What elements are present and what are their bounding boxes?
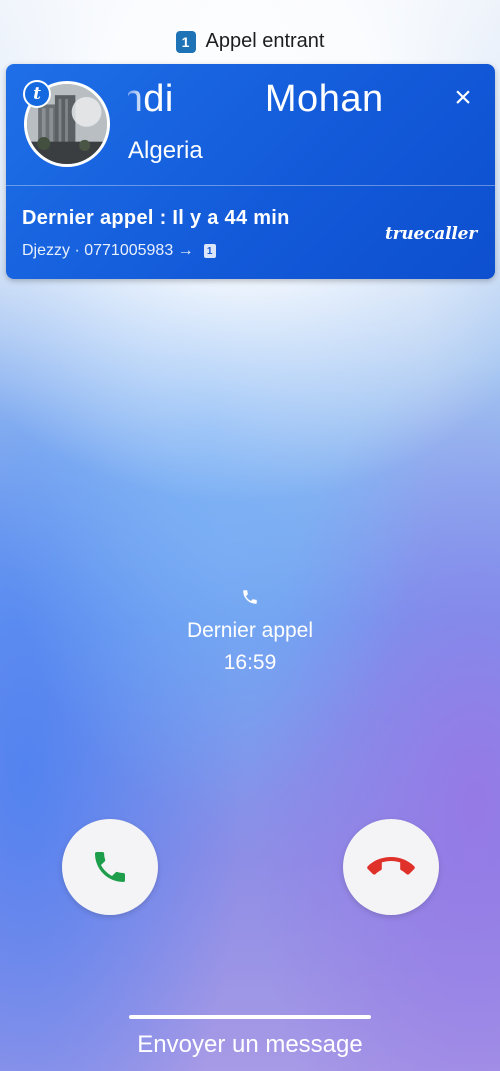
phone-icon bbox=[241, 588, 259, 606]
last-call-label: Dernier appel bbox=[186, 619, 314, 642]
decline-call-button[interactable] bbox=[343, 819, 439, 915]
sim-badge: 1 bbox=[175, 30, 196, 53]
truecaller-logo: truecaller bbox=[384, 224, 477, 244]
last-call-info: Dernier appel : Il y a 44 min bbox=[22, 207, 290, 229]
incoming-call-header: 1 Appel entrant bbox=[0, 30, 500, 53]
phone-hangup-icon bbox=[367, 857, 415, 875]
last-call-time: 16:59 bbox=[223, 651, 277, 674]
card-divider bbox=[6, 185, 495, 186]
swipe-handle[interactable] bbox=[129, 1015, 371, 1019]
truecaller-badge-icon: t bbox=[23, 80, 51, 108]
phone-icon bbox=[95, 852, 125, 882]
sim-icon: 1 bbox=[203, 244, 216, 258]
call-info: Dernier appel 16:59 bbox=[0, 588, 500, 675]
carrier-info: Djezzy · 0771005983 → bbox=[22, 242, 194, 259]
accept-call-button[interactable] bbox=[62, 819, 158, 915]
carrier-line: Djezzy · 0771005983 → 1 bbox=[22, 242, 216, 260]
caller-country: Algeria bbox=[128, 137, 203, 164]
send-message-button[interactable]: Envoyer un message bbox=[0, 1031, 500, 1059]
caller-name: ehdi Mohan bbox=[128, 78, 384, 120]
close-icon[interactable]: × bbox=[449, 83, 477, 113]
header-title: Appel entrant bbox=[205, 30, 325, 52]
caller-id-card[interactable]: t ehdi Mohan × Algeria Dernier appel : I… bbox=[6, 64, 495, 279]
